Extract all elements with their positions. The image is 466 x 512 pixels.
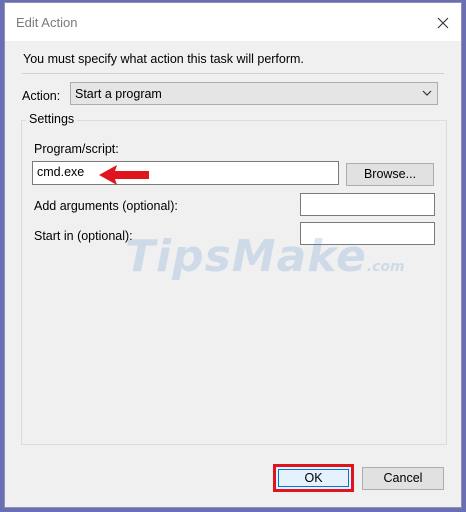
watermark-logo: TipsMake.com <box>125 231 405 282</box>
edit-action-dialog: Edit Action You must specify what action… <box>4 2 462 508</box>
watermark-domain: .com <box>366 259 405 275</box>
title-bar: Edit Action <box>5 3 461 41</box>
window-title: Edit Action <box>16 15 78 30</box>
start-in-label: Start in (optional): <box>34 229 133 243</box>
red-arrow-icon <box>99 165 149 185</box>
browse-button[interactable]: Browse... <box>346 163 434 186</box>
action-dropdown[interactable]: Start a program <box>70 82 438 105</box>
program-script-label: Program/script: <box>34 142 119 156</box>
close-button[interactable] <box>433 13 453 33</box>
separator <box>22 73 444 74</box>
add-arguments-input[interactable] <box>300 193 435 216</box>
action-selected-value: Start a program <box>75 87 162 101</box>
add-arguments-label: Add arguments (optional): <box>34 199 178 213</box>
ok-button[interactable]: OK <box>273 464 354 492</box>
ok-button-label: OK <box>278 469 349 487</box>
instruction-text: You must specify what action this task w… <box>23 52 304 66</box>
action-label: Action: <box>22 89 61 103</box>
program-script-input[interactable]: cmd.exe <box>32 161 339 185</box>
watermark-main: TipsMake <box>125 231 367 282</box>
cancel-button[interactable]: Cancel <box>362 467 444 490</box>
chevron-down-icon <box>422 90 432 96</box>
close-icon <box>437 17 449 29</box>
settings-label: Settings <box>26 112 78 126</box>
